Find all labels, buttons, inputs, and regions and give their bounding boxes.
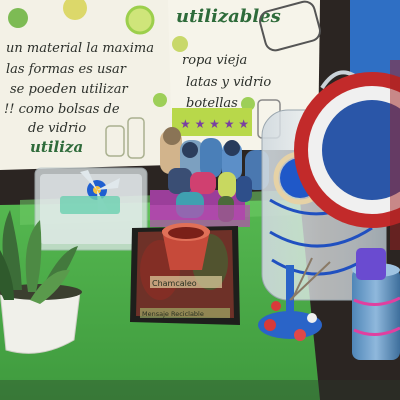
poster-left-fragment: utiliza xyxy=(30,138,83,156)
display-card-label-top: Chamcaleo xyxy=(152,279,197,288)
poster-left: un material la maxima las formas es usar… xyxy=(0,0,172,170)
display-card-label-bottom: Mensaje Reciclable xyxy=(142,310,204,318)
photo-scene: un material la maxima las formas es usar… xyxy=(0,0,400,400)
recycling-display-photo: un material la maxima las formas es usar… xyxy=(0,0,400,400)
poster-left-line-2: las formas es usar xyxy=(6,62,127,77)
display-card: Chamcaleo Mensaje Reciclable xyxy=(130,223,240,325)
purple-cup xyxy=(356,248,386,280)
poster-left-line-5: de vidrio xyxy=(28,121,86,136)
poster-left-line-1: un material la maxima xyxy=(6,41,154,56)
star-glyphs: ★ ★ ★ ★ ★ xyxy=(180,117,249,131)
poster-left-line-3: se poeden utilizar xyxy=(10,82,129,97)
poster-left-line-4: !! como bolsas de xyxy=(4,102,120,117)
poster-right-heading: utilizables xyxy=(176,6,281,27)
poster-right-line-1: ropa vieja xyxy=(182,53,247,68)
poster-right-line-2: latas y vidrio xyxy=(186,75,271,90)
